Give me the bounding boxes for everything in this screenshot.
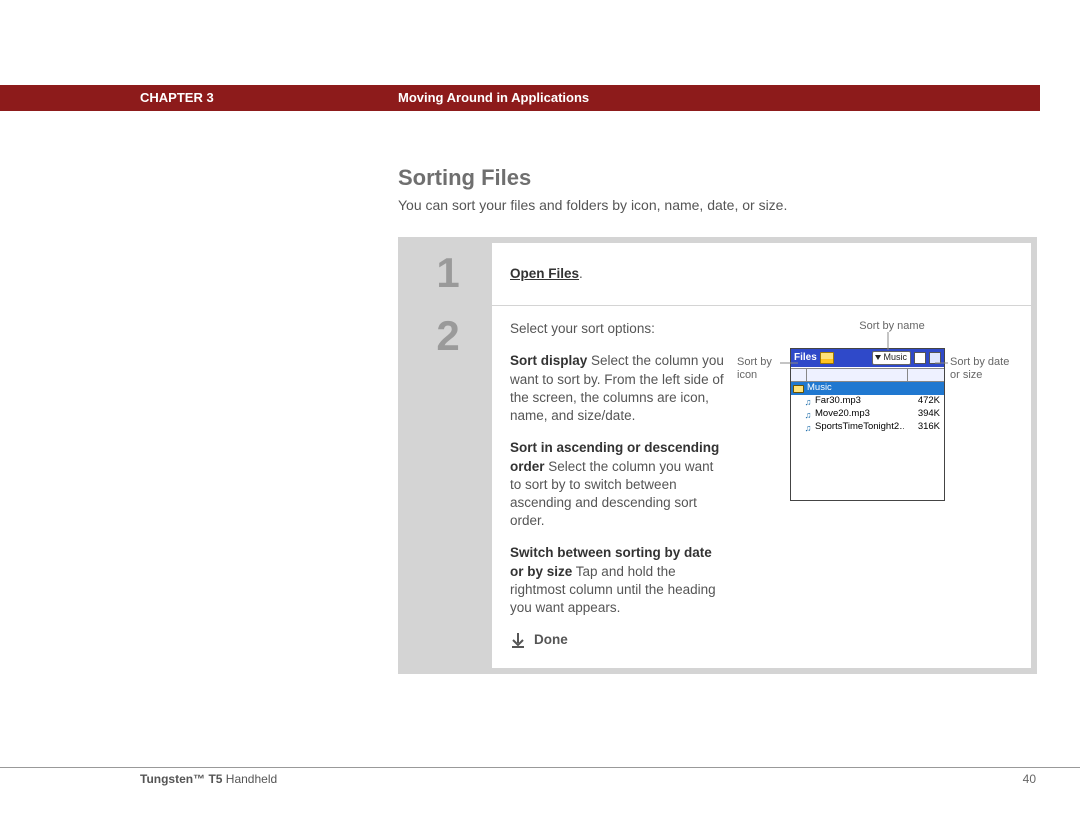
file-row[interactable]: ♫ SportsTimeTonight2… 316K <box>791 421 944 434</box>
palm-file-list: Music ♫ Far30.mp3 472K ♫ Move20.mp3 <box>791 382 944 500</box>
period: . <box>579 266 583 281</box>
palm-category-dropdown[interactable]: Music <box>872 351 911 365</box>
music-note-icon: ♫ <box>803 396 813 408</box>
arrow-down-icon <box>510 632 526 648</box>
column-header-name[interactable] <box>807 368 908 382</box>
sort-order-paragraph: Sort in ascending or descending order Se… <box>510 439 728 530</box>
main-content: Sorting Files You can sort your files an… <box>398 165 1032 674</box>
callout-sort-by-name: Sort by name <box>832 320 952 333</box>
page-number: 40 <box>1023 772 1036 786</box>
palm-screenshot: Files Music <box>790 348 945 501</box>
music-note-icon: ♫ <box>803 422 813 434</box>
file-size: 394K <box>904 408 944 421</box>
done-label: Done <box>534 631 568 649</box>
folder-icon <box>793 385 804 393</box>
chapter-label: CHAPTER 3 <box>140 90 214 105</box>
product-name-rest: Handheld <box>222 772 277 786</box>
folder-icon <box>820 352 834 364</box>
page-footer: Tungsten™ T5 Handheld 40 <box>0 767 1080 790</box>
steps-frame: 1 Open Files. 2 Select your sort options… <box>398 237 1037 674</box>
figure-column: Sort by name Sort by icon Sort by date o… <box>740 320 1015 649</box>
chapter-title: Moving Around in Applications <box>398 90 589 105</box>
step-2: 2 Select your sort options: Sort display… <box>404 305 1031 667</box>
section-lead: You can sort your files and folders by i… <box>398 197 1032 213</box>
step-body: Select your sort options: Sort display S… <box>492 306 1031 667</box>
folder-row[interactable]: Music <box>791 382 944 395</box>
file-name: Move20.mp3 <box>813 408 904 421</box>
file-size: 472K <box>904 395 944 408</box>
chapter-banner: CHAPTER 3 Moving Around in Applications <box>0 85 1040 111</box>
step-intro: Select your sort options: <box>510 320 728 338</box>
sort-display-paragraph: Sort display Select the column you want … <box>510 352 728 425</box>
column-header-size[interactable] <box>908 368 944 382</box>
music-note-icon: ♫ <box>803 409 813 421</box>
step-number: 2 <box>404 306 492 667</box>
callout-sort-by-date-size: Sort by date or size <box>950 356 1010 382</box>
product-name-bold: Tungsten™ T5 <box>140 772 222 786</box>
step-body: Open Files. <box>492 243 1031 305</box>
palm-view-card-button[interactable] <box>929 352 941 364</box>
step-number: 1 <box>404 243 492 305</box>
file-row[interactable]: ♫ Move20.mp3 394K <box>791 408 944 421</box>
file-name: SportsTimeTonight2… <box>813 421 904 434</box>
done-row: Done <box>510 631 728 649</box>
step-1: 1 Open Files. <box>404 243 1031 305</box>
folder-name: Music <box>807 382 832 395</box>
callout-sort-by-icon: Sort by icon <box>737 356 787 382</box>
step-text-column: Select your sort options: Sort display S… <box>510 320 728 649</box>
file-row[interactable]: ♫ Far30.mp3 472K <box>791 395 944 408</box>
open-files-link[interactable]: Open Files <box>510 266 579 281</box>
label: Sort display <box>510 353 587 368</box>
palm-titlebar: Files Music <box>791 349 944 367</box>
footer-product: Tungsten™ T5 Handheld <box>140 772 277 786</box>
file-name: Far30.mp3 <box>813 395 904 408</box>
column-header-icon[interactable] <box>791 368 807 382</box>
file-size: 316K <box>904 421 944 434</box>
palm-column-headers <box>791 367 944 382</box>
switch-date-size-paragraph: Switch between sorting by date or by siz… <box>510 544 728 617</box>
palm-title: Files <box>794 351 817 365</box>
palm-view-list-button[interactable] <box>914 352 926 364</box>
section-heading: Sorting Files <box>398 165 1032 191</box>
